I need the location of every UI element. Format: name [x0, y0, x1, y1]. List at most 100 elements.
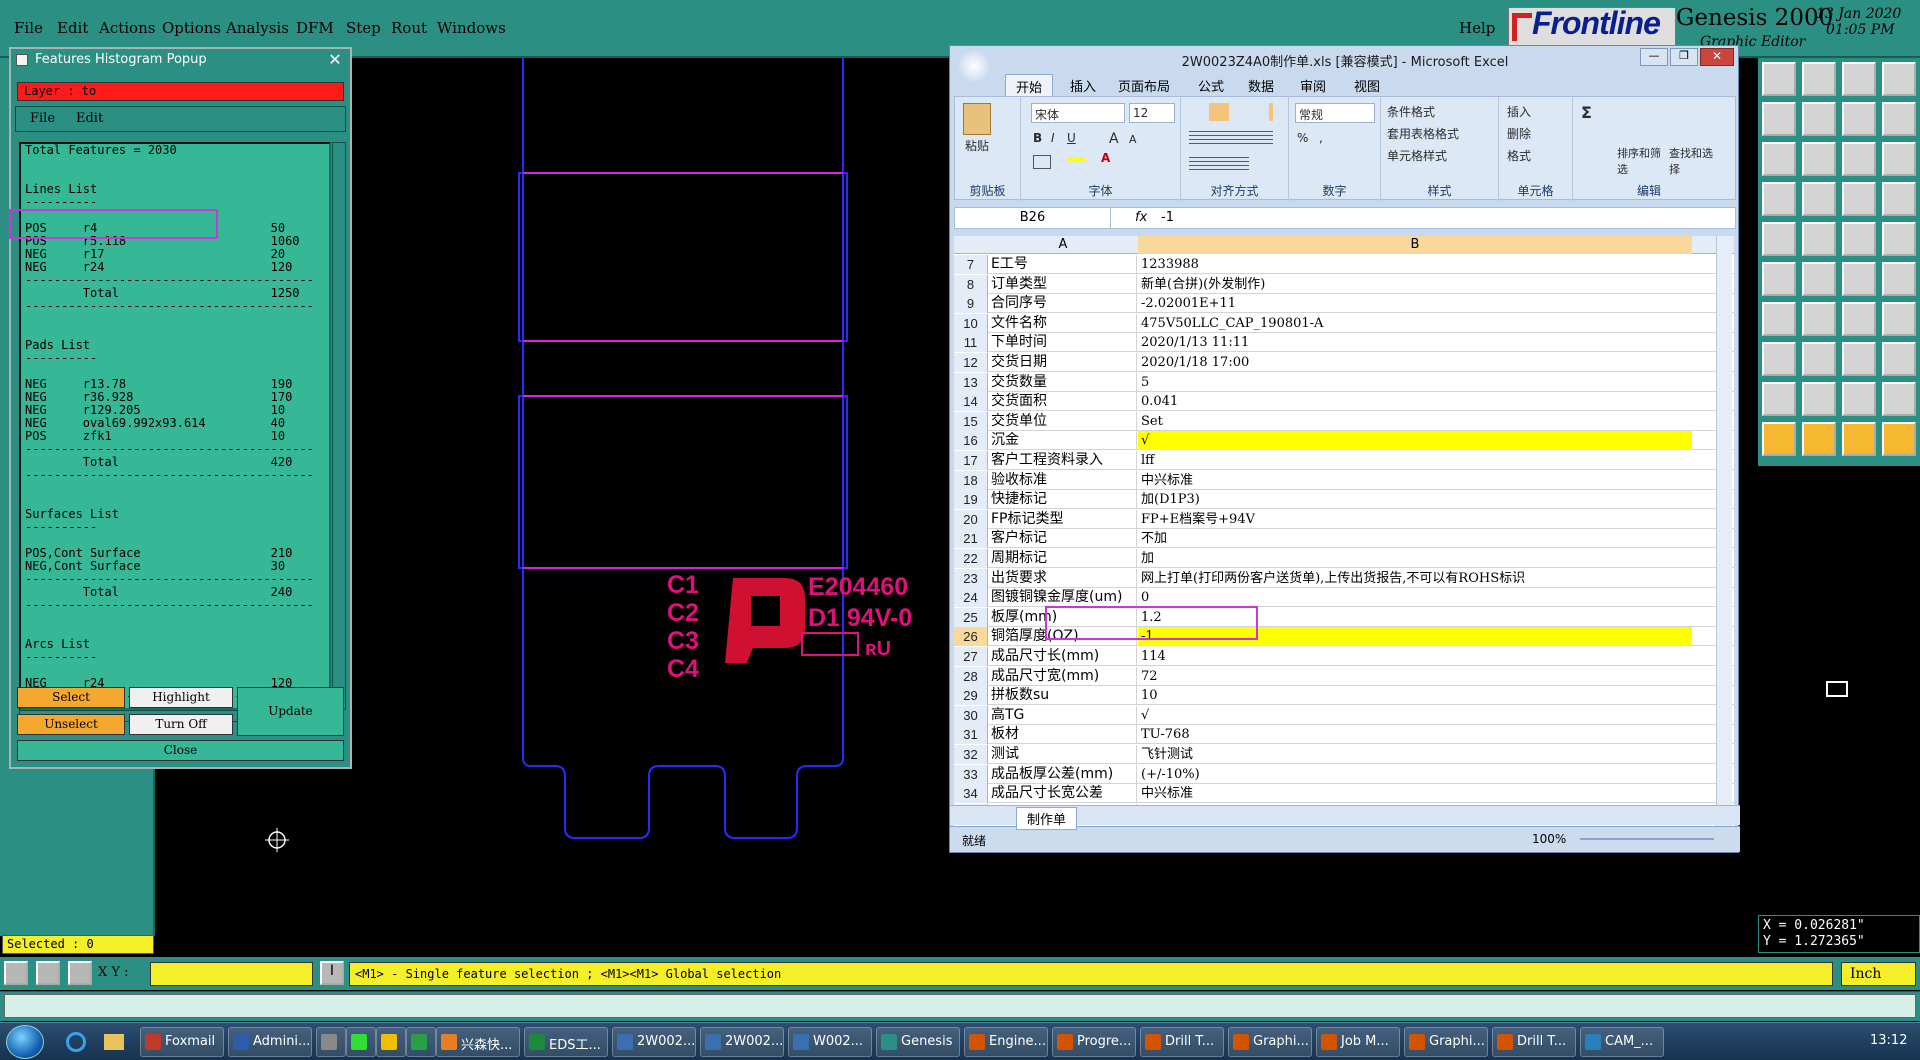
cell-a[interactable]: 验收标准: [989, 470, 1137, 490]
italic-icon[interactable]: I: [1051, 131, 1055, 145]
bold-icon[interactable]: B: [1033, 131, 1042, 145]
number-format-select[interactable]: 常规: [1295, 103, 1375, 123]
maximize-icon[interactable]: ❐: [1670, 48, 1698, 66]
row-number[interactable]: 17: [954, 451, 988, 470]
menu-edit[interactable]: Edit: [57, 19, 88, 37]
cell-a[interactable]: 成品尺寸宽(mm): [989, 666, 1137, 686]
table-row[interactable]: 10 文件名称 475V50LLC_CAP_190801-A: [954, 313, 1734, 333]
table-row[interactable]: 32 测试 飞针测试: [954, 745, 1734, 764]
cell-b[interactable]: 0: [1138, 588, 1692, 607]
cell-b[interactable]: 114: [1138, 647, 1692, 666]
tab-review[interactable]: 审阅: [1300, 76, 1326, 95]
menu-rout[interactable]: Rout: [391, 19, 427, 37]
cell-a[interactable]: 图镀铜镍金厚度(um): [989, 588, 1137, 608]
row-number[interactable]: 28: [954, 666, 988, 686]
row-number[interactable]: 13: [954, 372, 988, 392]
tool-edit-icon[interactable]: [1842, 262, 1876, 296]
tool-pointer3-icon[interactable]: [1842, 422, 1876, 456]
taskbar-item[interactable]: W002...: [788, 1027, 872, 1057]
format-as-table-button[interactable]: 套用表格格式: [1387, 125, 1459, 142]
menu-options[interactable]: Options: [162, 19, 221, 37]
menu-file[interactable]: File: [14, 19, 43, 37]
table-row[interactable]: 30 高TG √: [954, 705, 1734, 725]
ie-icon[interactable]: [66, 1032, 86, 1052]
taskbar-item[interactable]: Drill T...: [1140, 1027, 1224, 1057]
taskbar-item[interactable]: Engine...: [964, 1027, 1048, 1057]
row-number[interactable]: 24: [954, 588, 988, 608]
xy-input[interactable]: [150, 962, 313, 986]
table-row[interactable]: 31 板材 TU-768: [954, 725, 1734, 745]
taskbar-item[interactable]: Admini...: [228, 1027, 312, 1057]
cell-b[interactable]: 飞针测试: [1138, 745, 1692, 764]
close-button[interactable]: Close: [17, 740, 344, 761]
menu-windows[interactable]: Windows: [437, 19, 506, 37]
sheet-tab[interactable]: 制作单: [1016, 807, 1078, 830]
tool-measure-icon[interactable]: [1842, 182, 1876, 216]
border-icon[interactable]: [1033, 155, 1051, 169]
tab-home[interactable]: 开始: [1005, 74, 1054, 98]
table-row[interactable]: 22 周期标记加: [954, 549, 1734, 568]
tool-square-icon[interactable]: [1882, 222, 1916, 256]
cell-a[interactable]: 成品尺寸长宽公差: [989, 784, 1137, 804]
cell-b[interactable]: 2020/1/13 11:11: [1138, 333, 1692, 352]
cell-a[interactable]: 快捷标记: [989, 490, 1137, 510]
spreadsheet-grid[interactable]: A B 7 E工号 1233988 8 订单类型 新单(合拼)(外发制作) 9 合同序号 -2.…: [954, 236, 1734, 851]
table-row[interactable]: 9 合同序号 -2.02001E+11: [954, 294, 1734, 314]
row-number[interactable]: 30: [954, 705, 988, 725]
cell-b[interactable]: 加: [1138, 549, 1692, 568]
tool-arc2-icon[interactable]: [1842, 382, 1876, 416]
delete-cells-button[interactable]: 删除: [1507, 125, 1531, 142]
cell-b[interactable]: Set: [1138, 412, 1692, 431]
cell-b[interactable]: 加(D1P3): [1138, 490, 1692, 509]
popup-menu-file[interactable]: File: [30, 111, 55, 126]
close-window-icon[interactable]: ✕: [1700, 48, 1734, 66]
table-row[interactable]: 17 客户工程资料录入 lff: [954, 451, 1734, 470]
taskbar-item[interactable]: Foxmail: [140, 1027, 224, 1057]
conditional-format-button[interactable]: 条件格式: [1387, 103, 1435, 120]
font-size-select[interactable]: 12: [1129, 103, 1175, 123]
fx-icon[interactable]: fx: [1135, 210, 1147, 225]
zoom-level[interactable]: 100%: [1532, 832, 1566, 846]
grid-icon[interactable]: [68, 961, 92, 985]
taskbar-item[interactable]: Graphi...: [1228, 1027, 1312, 1057]
cell-a[interactable]: 文件名称: [989, 313, 1137, 333]
cell-b[interactable]: 中兴标准: [1138, 784, 1692, 803]
fill-color-icon[interactable]: [1067, 157, 1085, 162]
cell-b[interactable]: 0.041: [1138, 392, 1692, 411]
taskbar-item[interactable]: EDS工...: [524, 1027, 608, 1057]
taskbar-item[interactable]: [316, 1027, 346, 1057]
tool-swap-icon[interactable]: [1842, 102, 1876, 136]
row-number[interactable]: 21: [954, 529, 988, 549]
tool-draw-icon[interactable]: [1802, 222, 1836, 256]
row-number[interactable]: 22: [954, 549, 988, 568]
cell-b[interactable]: 2020/1/18 17:00: [1138, 353, 1692, 372]
tool-triangle-icon[interactable]: [1762, 382, 1796, 416]
tool-zoom-icon[interactable]: [1842, 142, 1876, 176]
tool-save-icon[interactable]: [1802, 62, 1836, 96]
row-number[interactable]: 20: [954, 509, 988, 529]
row-number[interactable]: 10: [954, 313, 988, 333]
cell-b[interactable]: 网上打单(打印两份客户送货单),上传出货报告,不可以有ROHS标识: [1138, 569, 1692, 588]
taskbar-item[interactable]: Drill T...: [1492, 1027, 1576, 1057]
comma-icon[interactable]: ,: [1319, 131, 1323, 145]
row-number[interactable]: 27: [954, 647, 988, 666]
cell-b[interactable]: 不加: [1138, 529, 1692, 548]
taskbar-item[interactable]: [376, 1027, 406, 1057]
font-color-icon[interactable]: A: [1101, 151, 1110, 165]
table-row[interactable]: 20 FP标记类型 FP+E档案号+94V: [954, 509, 1734, 529]
grow-font-icon[interactable]: A: [1109, 131, 1119, 147]
unselect-button[interactable]: Unselect: [17, 714, 125, 735]
tab-view[interactable]: 视图: [1354, 76, 1380, 95]
taskbar-item[interactable]: Graphi...: [1404, 1027, 1488, 1057]
tool-flip-icon[interactable]: [1882, 102, 1916, 136]
tool-line2-icon[interactable]: [1802, 342, 1836, 376]
cell-a[interactable]: 交货单位: [989, 411, 1137, 431]
tool-home-icon[interactable]: [1842, 62, 1876, 96]
vertical-align-icons[interactable]: [1189, 103, 1273, 121]
row-number[interactable]: 32: [954, 745, 988, 764]
tool-delete-icon[interactable]: [1802, 262, 1836, 296]
taskbar-item[interactable]: Genesis: [876, 1027, 960, 1057]
row-number[interactable]: 26: [954, 627, 988, 647]
highlight-button[interactable]: Highlight: [129, 687, 233, 708]
table-row[interactable]: 34 成品尺寸长宽公差 中兴标准: [954, 784, 1734, 804]
